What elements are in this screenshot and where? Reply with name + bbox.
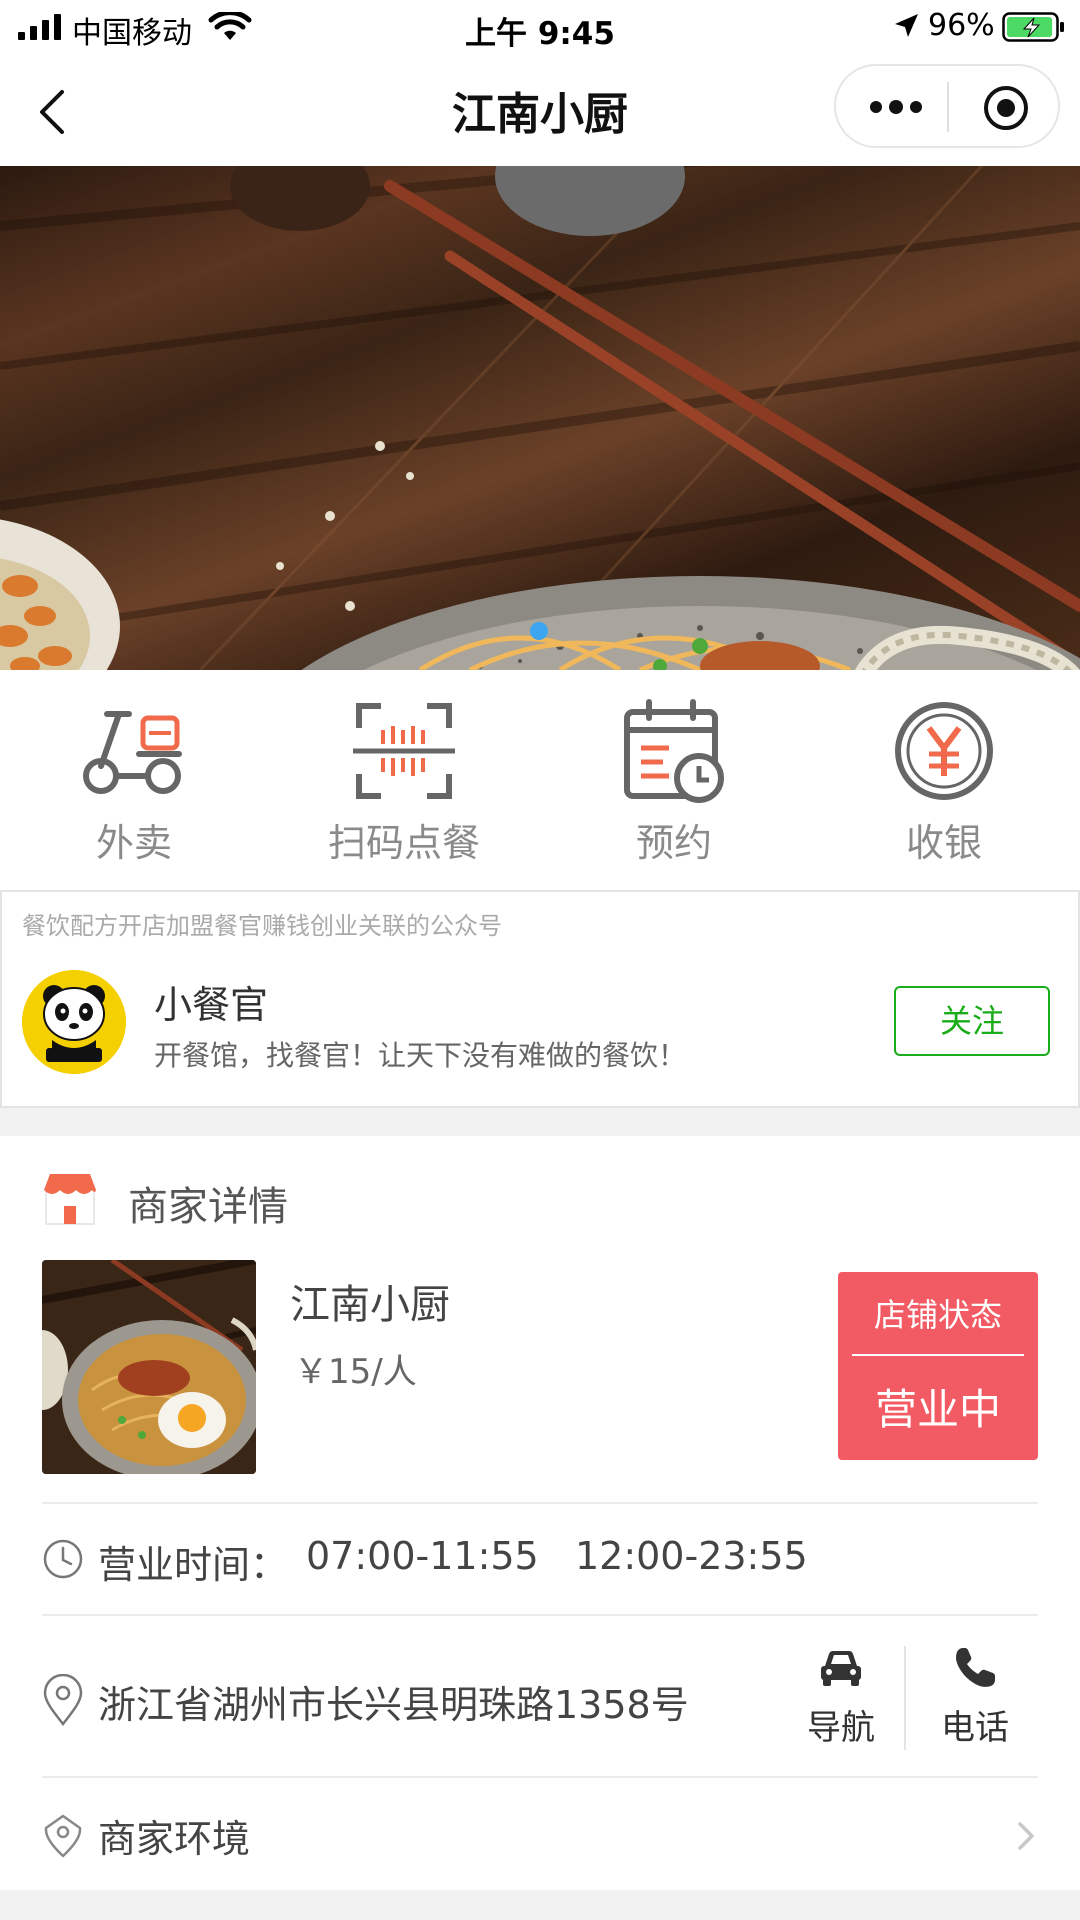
bottom-spacer <box>0 1890 1080 1920</box>
section-title: 商家详情 <box>128 1184 288 1230</box>
official-account-description: 开餐馆，找餐官！让天下没有难做的餐饮！ <box>154 1039 687 1072</box>
target-circle-icon[interactable] <box>982 84 1030 132</box>
delivery-scooter-icon <box>83 711 182 794</box>
capsule-divider <box>947 82 949 132</box>
merchant-environment-link[interactable]: 商家环境 <box>98 1808 250 1863</box>
carousel-indicator[interactable] <box>530 622 548 640</box>
official-account-name: 小餐官 <box>154 983 269 1027</box>
action-reservation-label: 预约 <box>635 821 712 865</box>
calendar-clock-icon <box>624 699 724 803</box>
merchant-address: 浙江省湖州市长兴县明珠路1358号 <box>98 1683 689 1727</box>
merchant-name: 江南小厨 <box>290 1282 450 1328</box>
mini-program-capsule <box>834 64 1060 148</box>
noodle-dish-image <box>42 1260 256 1474</box>
navigate-label: 导航 <box>807 1708 875 1748</box>
status-divider <box>852 1354 1024 1356</box>
merchant-photo[interactable] <box>42 1260 256 1474</box>
more-dots-icon[interactable] <box>866 92 926 122</box>
business-hours-label: 营业时间： <box>98 1543 289 1587</box>
car-icon <box>821 1651 861 1686</box>
store-status-value: 营业中 <box>874 1385 1001 1434</box>
quick-actions: 外卖 扫码点餐 预约 收银 <box>0 670 1080 890</box>
phone-icon <box>956 1648 995 1687</box>
store-status-label: 店铺状态 <box>873 1296 1002 1334</box>
panda-logo-icon <box>22 970 126 1074</box>
map-marker-icon <box>44 1814 82 1858</box>
call-label: 电话 <box>941 1708 1009 1748</box>
battery-icon <box>1002 12 1064 42</box>
action-scan-order-label: 扫码点餐 <box>327 821 480 865</box>
store-icon <box>44 1174 96 1225</box>
row-divider <box>42 1502 1038 1504</box>
scan-code-icon <box>353 703 455 799</box>
location-arrow-icon <box>895 14 918 37</box>
clock-icon <box>43 1539 83 1579</box>
battery-percent: 96% <box>928 8 995 43</box>
hero-banner[interactable] <box>0 166 1080 670</box>
status-badge: 店铺状态 营业中 <box>838 1272 1038 1460</box>
follow-button[interactable]: 关注 <box>894 986 1050 1056</box>
action-delivery[interactable]: 外卖 <box>14 696 254 876</box>
official-account-card: 餐饮配方开店加盟餐官赚钱创业关联的公众号 小餐官 开餐馆，找餐官！让天下没有难做… <box>0 890 1080 1108</box>
merchant-price: ￥15/人 <box>294 1352 417 1392</box>
business-hours-value: 07:00-11:55 12:00-23:55 <box>306 1534 808 1578</box>
hero-food-image <box>0 166 1080 670</box>
navigate-button[interactable]: 导航 <box>796 1644 886 1754</box>
chevron-right-icon[interactable] <box>1014 1818 1038 1854</box>
row-divider <box>42 1776 1038 1778</box>
section-divider <box>0 1108 1080 1136</box>
official-account-hint: 餐饮配方开店加盟餐官赚钱创业关联的公众号 <box>22 912 502 940</box>
merchant-details: 商家详情 江南小厨 ￥15/人 店铺状态 营业中 营业时间： 07:00-11:… <box>0 1136 1080 1890</box>
location-pin-icon <box>43 1674 83 1726</box>
action-cashier-label: 收银 <box>905 821 982 865</box>
yuan-coin-icon <box>895 702 993 800</box>
action-scan-order[interactable]: 扫码点餐 <box>284 696 524 876</box>
avatar[interactable] <box>22 970 126 1074</box>
call-button[interactable]: 电话 <box>930 1644 1020 1754</box>
action-reservation[interactable]: 预约 <box>554 696 794 876</box>
action-cashier[interactable]: 收银 <box>824 696 1064 876</box>
nav-bar: 江南小厨 <box>0 56 1080 166</box>
action-delivery-label: 外卖 <box>95 821 172 865</box>
row-divider <box>42 1614 1038 1616</box>
status-bar: 中国移动 上午 9:45 96% <box>0 0 1080 56</box>
button-divider <box>904 1646 906 1750</box>
